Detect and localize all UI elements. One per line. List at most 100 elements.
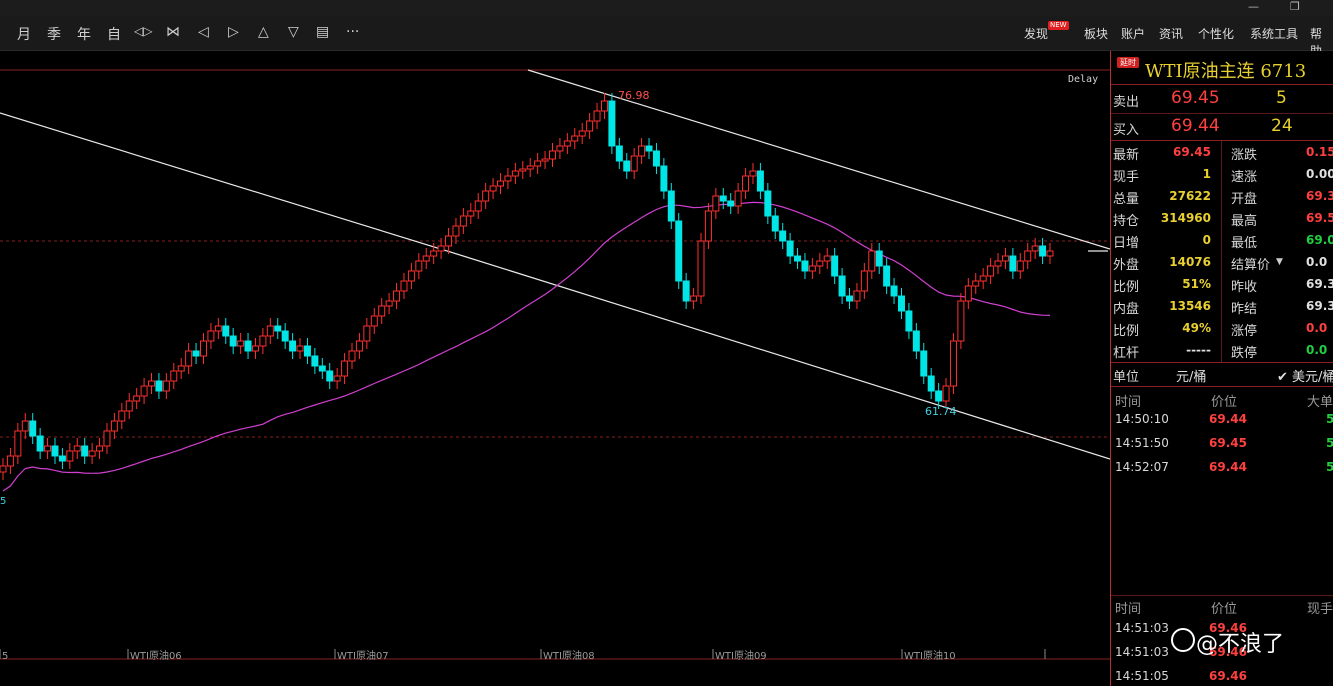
arrow-down-icon[interactable]: ▽ [288, 24, 299, 40]
candle-body[interactable] [571, 135, 579, 142]
candle-body[interactable] [14, 430, 22, 457]
candle-body[interactable] [771, 215, 779, 232]
menu-sector[interactable]: 板块 [1084, 25, 1108, 42]
candle-body[interactable] [860, 270, 868, 292]
candle-body[interactable] [36, 435, 44, 452]
candle-body[interactable] [838, 275, 846, 297]
candle-body[interactable] [281, 330, 289, 342]
candle-body[interactable] [430, 250, 438, 257]
candle-body[interactable] [682, 280, 690, 302]
candle-body[interactable] [378, 305, 386, 317]
candle-body[interactable] [697, 240, 705, 297]
candle-body[interactable] [905, 310, 913, 332]
candle-body[interactable] [511, 170, 519, 177]
candle-body[interactable] [675, 220, 683, 282]
candle-body[interactable] [1046, 250, 1054, 257]
arrow-left-icon[interactable]: ◁ [198, 24, 209, 40]
candle-body[interactable] [608, 100, 616, 147]
period-custom-button[interactable]: 自 [107, 24, 121, 44]
candle-body[interactable] [385, 300, 393, 307]
candle-body[interactable] [548, 150, 556, 160]
minimize-icon[interactable]: — [1248, 0, 1259, 13]
candle-body[interactable] [497, 180, 505, 187]
candle-body[interactable] [994, 260, 1002, 267]
candle-body[interactable] [823, 255, 831, 262]
candle-body[interactable] [667, 190, 675, 222]
candle-body[interactable] [794, 255, 802, 262]
candle-body[interactable] [296, 345, 304, 352]
candle-body[interactable] [170, 370, 178, 382]
chart-canvas[interactable]: 76.98 61.74 5 Delay 5 WTI原油06 WTI原油07 WTI原油… [0, 51, 1110, 686]
candle-body[interactable] [987, 265, 995, 277]
candle-body[interactable] [534, 160, 542, 167]
candle-body[interactable] [660, 165, 668, 192]
menu-news[interactable]: 资讯 [1159, 25, 1183, 42]
candle-body[interactable] [341, 360, 349, 377]
candle-body[interactable] [118, 410, 126, 422]
candle-body[interactable] [875, 250, 883, 267]
candle-body[interactable] [563, 140, 571, 147]
candle-body[interactable] [251, 345, 259, 352]
candle-body[interactable] [541, 158, 549, 162]
candle-body[interactable] [779, 230, 787, 242]
candle-body[interactable] [44, 445, 52, 452]
candle-body[interactable] [363, 325, 371, 342]
candle-body[interactable] [586, 120, 594, 132]
arrow-right-icon[interactable]: ▷ [228, 24, 239, 40]
arrow-up-icon[interactable]: △ [258, 24, 269, 40]
candle-body[interactable] [645, 145, 653, 152]
candle-body[interactable] [214, 325, 222, 332]
candle-body[interactable] [110, 420, 118, 432]
candle-body[interactable] [318, 365, 326, 372]
candle-body[interactable] [489, 185, 497, 192]
candle-body[interactable] [949, 340, 957, 387]
candle-body[interactable] [979, 275, 987, 282]
candle-body[interactable] [400, 280, 408, 292]
stat-label[interactable]: 结算价 [1231, 254, 1270, 273]
candle-body[interactable] [21, 420, 29, 432]
candle-body[interactable] [237, 340, 245, 347]
candle-body[interactable] [422, 255, 430, 262]
candle-body[interactable] [556, 145, 564, 152]
candle-body[interactable] [749, 170, 757, 177]
candle-body[interactable] [883, 265, 891, 287]
candle-body[interactable] [311, 355, 319, 367]
candle-body[interactable] [155, 380, 163, 392]
candle-body[interactable] [816, 260, 824, 267]
candle-body[interactable] [140, 385, 148, 397]
more-icon[interactable]: ··· [346, 24, 359, 40]
candle-body[interactable] [199, 340, 207, 357]
candle-body[interactable] [6, 455, 14, 467]
candle-body[interactable] [853, 290, 861, 302]
candle-body[interactable] [370, 315, 378, 327]
candle-body[interactable] [407, 270, 415, 282]
candle-body[interactable] [519, 168, 527, 172]
middle-trendline[interactable] [0, 112, 461, 256]
candle-body[interactable] [1039, 245, 1047, 257]
candle-body[interactable] [593, 110, 601, 122]
menu-discover[interactable]: 发现 [1024, 25, 1048, 42]
menu-account[interactable]: 账户 [1121, 25, 1145, 42]
candle-body[interactable] [459, 215, 467, 227]
candle-body[interactable] [326, 370, 334, 382]
candle-body[interactable] [719, 195, 727, 202]
candle-body[interactable] [259, 335, 267, 347]
candle-body[interactable] [244, 340, 252, 352]
candle-body[interactable] [652, 150, 660, 167]
candle-body[interactable] [229, 335, 237, 347]
candle-body[interactable] [81, 445, 89, 457]
candle-body[interactable] [578, 130, 586, 137]
candle-body[interactable] [185, 350, 193, 367]
candle-body[interactable] [452, 225, 460, 237]
candle-body[interactable] [1001, 255, 1009, 262]
period-year-button[interactable]: 年 [77, 24, 91, 44]
candle-body[interactable] [148, 380, 156, 387]
candle-body[interactable] [125, 400, 133, 412]
candle-body[interactable] [266, 325, 274, 337]
candle-body[interactable] [445, 235, 453, 247]
layout-icon[interactable]: ▤ [316, 24, 329, 40]
candle-body[interactable] [58, 455, 66, 462]
candle-body[interactable] [831, 255, 839, 277]
candle-body[interactable] [333, 375, 341, 382]
candle-body[interactable] [742, 175, 750, 192]
